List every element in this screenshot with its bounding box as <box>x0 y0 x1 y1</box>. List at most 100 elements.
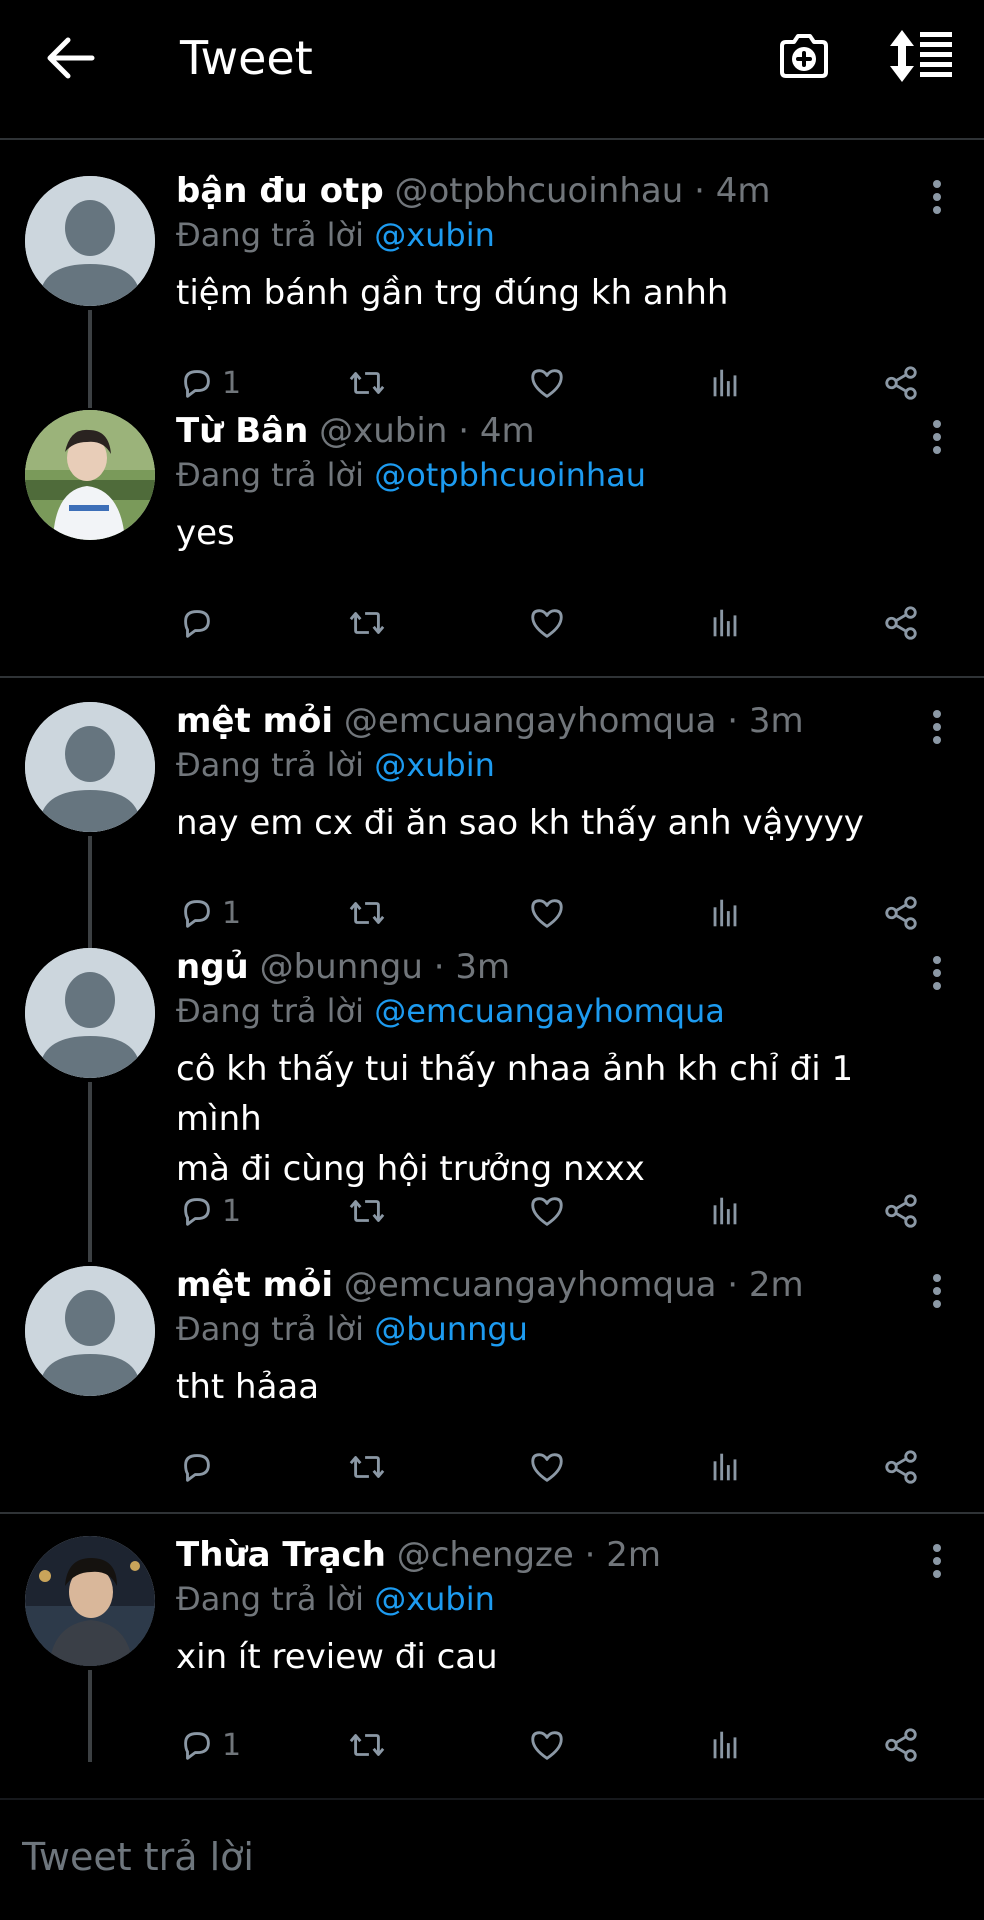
reply-button[interactable]: 1 <box>178 888 241 938</box>
tweet-text: nay em cx đi ăn sao kh thấy anh vậyyyy <box>176 803 864 843</box>
retweet-icon <box>348 604 386 642</box>
tweet[interactable]: Từ Bân @xubin · 4m Đang trả lời @otpbhcu… <box>0 408 984 678</box>
views-button[interactable] <box>706 358 744 408</box>
reply-count: 1 <box>222 365 242 401</box>
sort-icon[interactable] <box>890 28 954 84</box>
views-button[interactable] <box>706 1442 744 1492</box>
back-arrow-icon[interactable] <box>42 30 98 86</box>
more-options-icon[interactable] <box>932 420 942 454</box>
share-button[interactable] <box>882 1186 920 1236</box>
retweet-icon <box>348 364 386 402</box>
share-button[interactable] <box>882 598 920 648</box>
like-button[interactable] <box>528 1720 566 1770</box>
share-button[interactable] <box>882 1442 920 1492</box>
reply-icon <box>178 364 216 402</box>
more-options-icon[interactable] <box>932 956 942 990</box>
user-handle[interactable]: @emcuangayhomqua <box>344 701 717 741</box>
reply-context: Đang trả lời @otpbhcuoinhau <box>176 456 647 494</box>
reply-button[interactable]: 1 <box>178 358 241 408</box>
reply-input[interactable] <box>20 1834 924 1880</box>
like-button[interactable] <box>528 358 566 408</box>
tweet-text: yes <box>176 513 235 553</box>
like-button[interactable] <box>528 888 566 938</box>
avatar[interactable] <box>25 176 155 306</box>
display-name[interactable]: mệt mỏi <box>176 701 333 741</box>
like-button[interactable] <box>528 1186 566 1236</box>
thread-connector <box>88 1670 92 1762</box>
reply-button[interactable] <box>178 598 222 648</box>
display-name[interactable]: mệt mỏi <box>176 1265 333 1305</box>
mention-link[interactable]: @xubin <box>374 1580 495 1618</box>
mention-link[interactable]: @otpbhcuoinhau <box>374 456 646 494</box>
reply-icon <box>178 894 216 932</box>
retweet-button[interactable] <box>348 1186 386 1236</box>
mention-link[interactable]: @bunngu <box>374 1310 528 1348</box>
user-handle[interactable]: @emcuangayhomqua <box>344 1265 717 1305</box>
display-name[interactable]: Từ Bân <box>176 411 308 451</box>
like-button[interactable] <box>528 598 566 648</box>
display-name[interactable]: Thừa Trạch <box>176 1535 386 1575</box>
views-button[interactable] <box>706 598 744 648</box>
analytics-icon <box>706 894 744 932</box>
retweet-button[interactable] <box>348 598 386 648</box>
tweet[interactable]: bận đu otp @otpbhcuoinhau · 4m Đang trả … <box>0 142 984 408</box>
avatar[interactable] <box>25 702 155 832</box>
reply-context: Đang trả lời @bunngu <box>176 1310 528 1348</box>
tweet[interactable]: mệt mỏi @emcuangayhomqua · 2m Đang trả l… <box>0 1262 984 1514</box>
reply-icon <box>178 1192 216 1230</box>
reply-button[interactable]: 1 <box>178 1720 241 1770</box>
share-button[interactable] <box>882 888 920 938</box>
reply-icon <box>178 604 216 642</box>
share-button[interactable] <box>882 358 920 408</box>
avatar[interactable] <box>25 410 155 540</box>
tweet[interactable]: ngủ @bunngu · 3m Đang trả lời @emcuangay… <box>0 944 984 1262</box>
camera-icon[interactable] <box>776 28 832 84</box>
reply-icon <box>178 1448 216 1486</box>
reply-button[interactable]: 1 <box>178 1186 241 1236</box>
retweet-button[interactable] <box>348 1442 386 1492</box>
heart-icon <box>528 364 566 402</box>
more-options-icon[interactable] <box>932 710 942 744</box>
reply-context: Đang trả lời @xubin <box>176 1580 495 1618</box>
mention-link[interactable]: @xubin <box>374 746 495 784</box>
retweet-button[interactable] <box>348 358 386 408</box>
tweet[interactable]: Thừa Trạch @chengze · 2m Đang trả lời @x… <box>0 1514 984 1763</box>
analytics-icon <box>706 364 744 402</box>
views-button[interactable] <box>706 1186 744 1236</box>
reply-count: 1 <box>222 1193 242 1229</box>
user-handle[interactable]: @xubin <box>319 411 447 451</box>
views-button[interactable] <box>706 1720 744 1770</box>
timestamp: 4m <box>715 171 771 211</box>
user-handle[interactable]: @chengze <box>397 1535 574 1575</box>
retweet-icon <box>348 894 386 932</box>
share-icon <box>882 364 920 402</box>
analytics-icon <box>706 1192 744 1230</box>
share-button[interactable] <box>882 1720 920 1770</box>
more-options-icon[interactable] <box>932 180 942 214</box>
user-handle[interactable]: @otpbhcuoinhau <box>394 171 683 211</box>
user-handle[interactable]: @bunngu <box>260 947 423 987</box>
mention-link[interactable]: @emcuangayhomqua <box>374 992 725 1030</box>
mention-link[interactable]: @xubin <box>374 216 495 254</box>
retweet-button[interactable] <box>348 888 386 938</box>
more-options-icon[interactable] <box>932 1274 942 1308</box>
like-button[interactable] <box>528 1442 566 1492</box>
thread-connector <box>88 310 92 408</box>
reply-count: 1 <box>222 1727 242 1763</box>
avatar[interactable] <box>25 948 155 1078</box>
timestamp: 3m <box>748 701 804 741</box>
views-button[interactable] <box>706 888 744 938</box>
more-options-icon[interactable] <box>932 1544 942 1578</box>
tweet[interactable]: mệt mỏi @emcuangayhomqua · 3m Đang trả l… <box>0 678 984 944</box>
heart-icon <box>528 1726 566 1764</box>
display-name[interactable]: bận đu otp <box>176 171 384 211</box>
reply-thread: bận đu otp @otpbhcuoinhau · 4m Đang trả … <box>0 142 984 1763</box>
retweet-icon <box>348 1192 386 1230</box>
retweet-button[interactable] <box>348 1720 386 1770</box>
avatar[interactable] <box>25 1266 155 1396</box>
reply-button[interactable] <box>178 1442 222 1492</box>
display-name[interactable]: ngủ <box>176 947 249 987</box>
avatar[interactable] <box>25 1536 155 1666</box>
share-icon <box>882 1192 920 1230</box>
reply-composer <box>0 1798 984 1920</box>
